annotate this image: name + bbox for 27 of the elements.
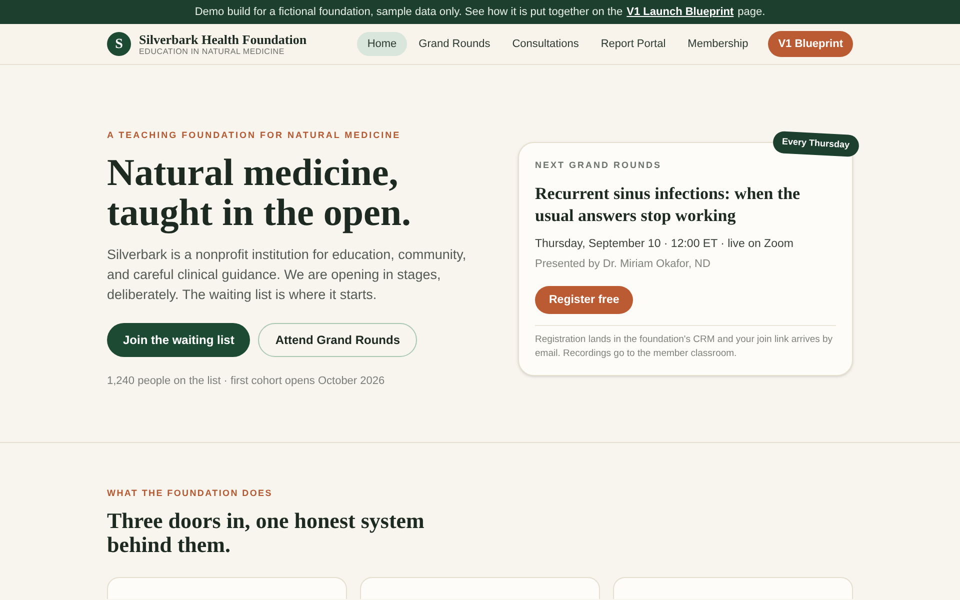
hero-title: Natural medicine, taught in the open. (107, 152, 412, 232)
waitlist-note: 1,240 people on the list · first cohort opens October 2026 (107, 374, 386, 388)
nav-link[interactable]: Home (357, 32, 407, 56)
nav-link[interactable]: Grand Rounds (408, 32, 500, 56)
hero-button[interactable]: Attend Grand Rounds (258, 322, 418, 356)
card-eyebrow: NEXT GRAND ROUNDS (535, 159, 663, 172)
banner-text: Demo build for a fictional foundation, sample data only. See how it is put together on the (194, 4, 623, 20)
nav-link[interactable]: Consultations (502, 32, 589, 56)
hero-button[interactable]: Join the waiting list (107, 322, 250, 356)
site-name: Silverbark Health Foundation (139, 32, 307, 46)
banner-text: page. (738, 4, 766, 20)
section-eyebrow: WHAT THE FOUNDATION DOES (107, 487, 274, 500)
event-title: Recurrent sinus infections: when the usual answers stop working (535, 182, 802, 226)
schedule-badge: Every Thursday (772, 130, 860, 157)
nav-link[interactable]: Membership (678, 32, 758, 56)
blueprint-button[interactable]: V1 Blueprint (768, 30, 853, 58)
blueprint-link[interactable]: V1 Launch Blueprint (626, 4, 734, 20)
card-footnote: Registration lands in the foundation's CRM and your join link arrives by email. Recordings go to the member classroom. (535, 333, 834, 362)
hero-description: Silverbark is a nonprofit institution for education, community, and careful clinical guidance. We are opening in stages, deliberately. The waiting list is where it starts. (107, 246, 467, 304)
site-tagline: EDUCATION IN NATURAL MEDICINE (139, 48, 286, 56)
event-time: Thursday, September 10 · 12:00 ET · live on Zoom (535, 236, 794, 252)
hero-eyebrow: A TEACHING FOUNDATION FOR NATURAL MEDICINE (107, 129, 402, 142)
section-title: Three doors in, one honest system behind them. (107, 508, 426, 556)
register-button[interactable]: Register free (535, 286, 634, 314)
nav-link[interactable]: Report Portal (590, 32, 676, 56)
event-presenter: Presented by Dr. Miriam Okafor, ND (535, 256, 712, 272)
logo-mark[interactable]: S (107, 32, 131, 56)
